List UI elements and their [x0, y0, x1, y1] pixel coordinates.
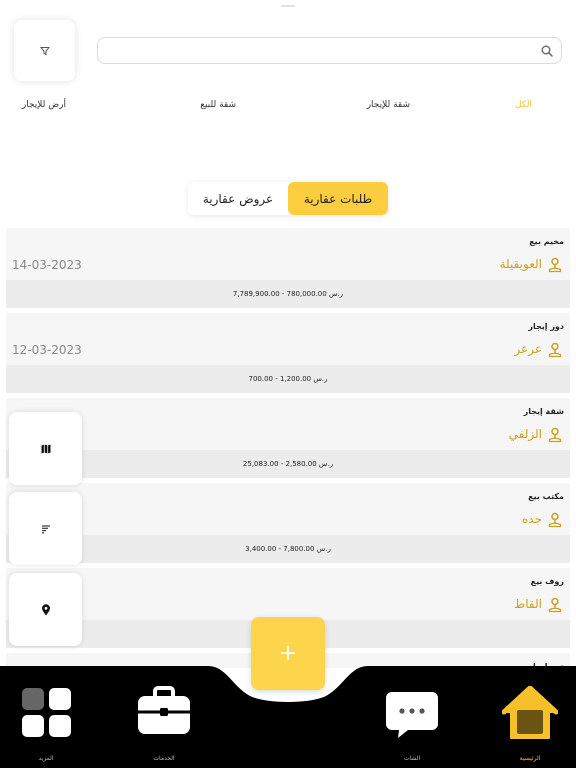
- tab-real-estate-requests[interactable]: طلبات عقارية: [288, 182, 388, 215]
- listing-city: القاط: [514, 597, 542, 611]
- grid-menu-icon: [22, 688, 71, 737]
- tab-services[interactable]: الخدمات: [124, 686, 204, 768]
- tab-more[interactable]: المزيد: [6, 686, 86, 768]
- listing-price: 700.00 - 1,200.00 ر.س: [248, 375, 328, 383]
- listing-card[interactable]: مكتب بيع جده 3,400.00 - 7,800.00 ر.س: [6, 483, 570, 563]
- listing-city: جده: [521, 512, 542, 526]
- listing-price-bar: 3,400.00 - 7,800.00 ر.س: [6, 535, 570, 563]
- category-apartment-rent[interactable]: شقة للإيجار: [367, 100, 410, 110]
- listing-date: 14-03-2023: [12, 258, 82, 272]
- tab-real-estate-offers[interactable]: عروض عقارية: [188, 182, 288, 215]
- sheet-grabber: [281, 5, 295, 7]
- sort-button[interactable]: [9, 492, 82, 565]
- listing-type: مخيم بيع: [529, 237, 564, 246]
- listing-card[interactable]: دور إيجار عرعر 12-03-2023 700.00 - 1,200…: [6, 313, 570, 393]
- search-bar[interactable]: [97, 37, 562, 64]
- location-person-icon: [548, 342, 562, 358]
- location-button[interactable]: [9, 573, 82, 646]
- search-input[interactable]: [106, 41, 526, 61]
- listing-price-bar: 7,789,900.00 - 780,000.00 ر.س: [6, 280, 570, 308]
- listing-price-bar: 700.00 - 1,200.00 ر.س: [6, 365, 570, 393]
- map-icon: [41, 444, 50, 453]
- category-apartment-sale[interactable]: شقة للبيع: [200, 100, 236, 110]
- tab-more-label: المزيد: [38, 755, 54, 762]
- location-pin-icon: [41, 603, 50, 615]
- location-person-icon: [548, 257, 562, 273]
- tab-chats[interactable]: الشات: [372, 686, 452, 768]
- listing-card[interactable]: مخيم بيع العويقيلة 14-03-2023 7,789,900.…: [6, 228, 570, 308]
- listing-type: دور إيجار: [528, 322, 564, 331]
- listing-city: عرعر: [514, 342, 542, 356]
- location-person-icon: [548, 512, 562, 528]
- location-person-icon: [548, 427, 562, 443]
- listing-type: مكتب بيع: [528, 492, 564, 501]
- tab-home-label: الرئيسية: [519, 755, 541, 762]
- chat-bubble-icon: [386, 692, 438, 738]
- tab-home[interactable]: الرئيسية: [490, 686, 570, 768]
- briefcase-icon: [138, 686, 190, 734]
- home-icon: [502, 686, 558, 739]
- filter-button[interactable]: [14, 20, 75, 81]
- tab-services-label: الخدمات: [153, 755, 175, 762]
- listings-list[interactable]: مخيم بيع العويقيلة 14-03-2023 7,789,900.…: [6, 228, 570, 668]
- location-person-icon: [548, 597, 562, 613]
- listing-city: العويقيلة: [499, 257, 542, 271]
- listing-card[interactable]: شقة إيجار الزلفي 25,083.00 - 2,580.00 ر.…: [6, 398, 570, 478]
- listing-price-bar: 25,083.00 - 2,580.00 ر.س: [6, 450, 570, 478]
- category-all[interactable]: الكل: [515, 100, 532, 110]
- listing-type: روف بيع: [530, 577, 564, 586]
- category-land-rent[interactable]: أرض للإيجار: [22, 100, 66, 110]
- listing-type-segment: طلبات عقارية عروض عقارية: [188, 182, 388, 215]
- filter-icon: [39, 46, 50, 55]
- listing-type: شقة إيجار: [523, 407, 564, 416]
- add-button[interactable]: +: [251, 617, 325, 690]
- tab-chats-label: الشات: [403, 755, 421, 762]
- listing-date: 12-03-2023: [12, 343, 82, 357]
- listing-price: 3,400.00 - 7,800.00 ر.س: [245, 545, 331, 553]
- map-view-button[interactable]: [9, 412, 82, 485]
- category-tabs: الكل شقة للإيجار شقة للبيع أرض للإيجار: [0, 100, 576, 116]
- listing-price: 25,083.00 - 2,580.00 ر.س: [242, 460, 334, 468]
- listing-price: 7,789,900.00 - 780,000.00 ر.س: [232, 290, 344, 298]
- listing-city: الزلفي: [508, 427, 542, 441]
- search-icon[interactable]: [540, 44, 554, 58]
- sort-icon: [41, 525, 50, 533]
